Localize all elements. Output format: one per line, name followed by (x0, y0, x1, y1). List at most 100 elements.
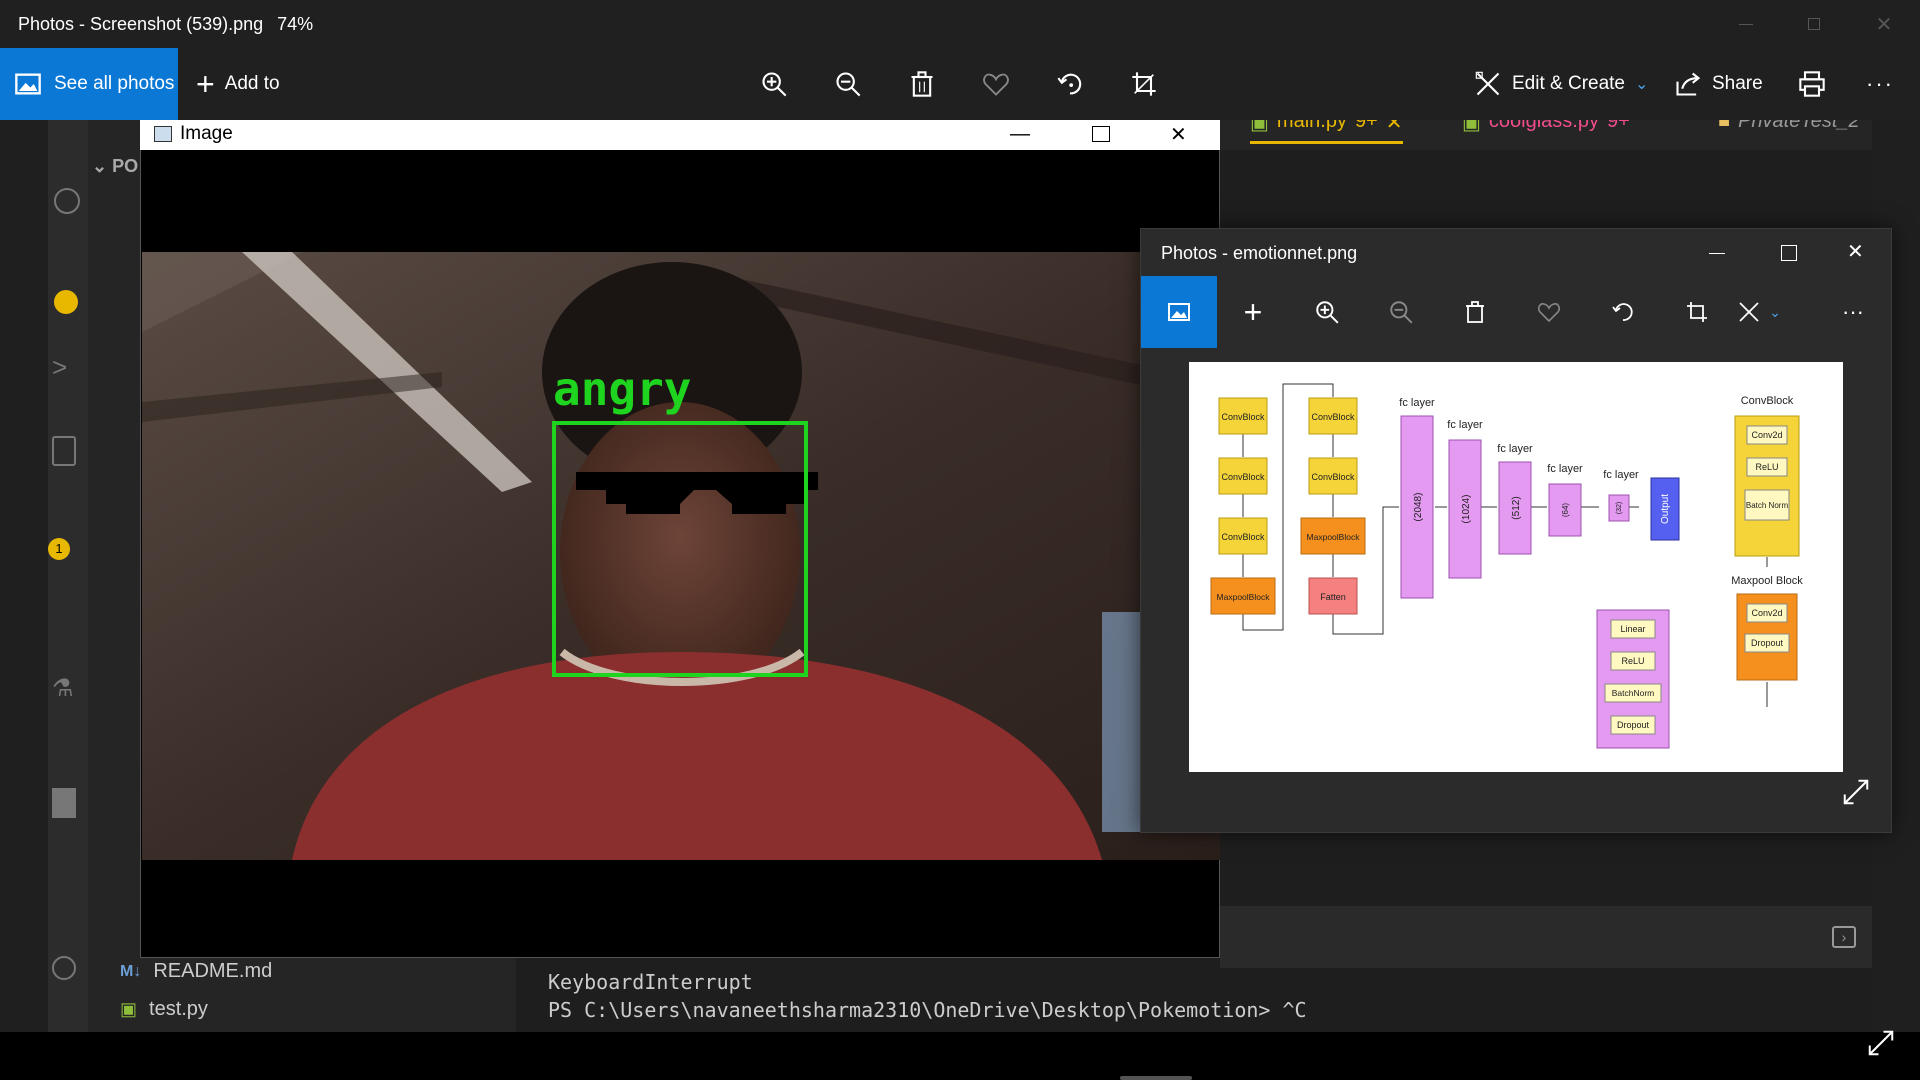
edit-create-icon (1475, 71, 1500, 96)
full-screen-icon[interactable] (1841, 777, 1871, 807)
terminal-line: PS C:\Users\navaneethsharma2310\OneDrive… (548, 998, 1307, 1022)
fc-layer-label: fc layer (1547, 463, 1583, 475)
crop-icon (1132, 72, 1156, 96)
maximize-button[interactable] (1781, 245, 1797, 261)
heart-icon (1537, 303, 1561, 323)
fc-layer-label: fc layer (1399, 397, 1435, 409)
scroll-indicator (1120, 1076, 1192, 1080)
favorite-button[interactable] (982, 48, 1010, 120)
diagram-node: ConvBlock (1311, 412, 1355, 422)
zoom-out-button[interactable] (1363, 276, 1439, 348)
more-options-button[interactable]: ··· (1866, 48, 1894, 120)
more-options-button[interactable]: ··· (1815, 276, 1891, 348)
python-icon: ▣ (120, 999, 138, 1019)
minimize-button[interactable] (1712, 0, 1780, 48)
see-all-photos-button[interactable] (1141, 276, 1217, 348)
zoom-out-icon (1390, 301, 1413, 324)
diagram-node: ConvBlock (1221, 472, 1265, 482)
restore-button[interactable] (1780, 0, 1848, 48)
fc-layer-label: fc layer (1603, 469, 1639, 481)
zoom-in-button[interactable] (1289, 276, 1365, 348)
file-readme[interactable]: M↓ README.md (120, 960, 272, 983)
diagram-node: ConvBlock (1221, 412, 1265, 422)
source-control-icon[interactable] (54, 188, 80, 214)
trash-icon (1466, 301, 1484, 323)
terminal-line: KeyboardInterrupt (548, 970, 753, 994)
fc-block-item: ReLU (1621, 656, 1644, 666)
markdown-icon: M↓ (120, 962, 142, 980)
fc-layer-size: (1024) (1461, 495, 1472, 524)
delete-button[interactable] (1437, 276, 1513, 348)
delete-button[interactable] (908, 48, 936, 120)
heart-icon (983, 73, 1009, 96)
fc-layer-size: (64) (1561, 503, 1570, 518)
app-title: Photos - Screenshot (539).png (18, 13, 264, 34)
rotate-button[interactable] (1056, 48, 1084, 120)
maxpool-item: Conv2d (1751, 608, 1782, 618)
zoom-out-button[interactable] (834, 48, 862, 120)
convblock-item: Conv2d (1751, 430, 1782, 440)
crop-icon (1687, 302, 1707, 322)
fc-block-item: Linear (1620, 624, 1645, 634)
fc-layer-size: (2048) (1413, 493, 1424, 522)
window-icon (154, 126, 172, 142)
zoom-level: 74% (277, 13, 314, 34)
full-screen-icon[interactable] (1866, 1028, 1896, 1058)
convblock-legend-title: ConvBlock (1741, 395, 1794, 407)
favorite-button[interactable] (1511, 276, 1587, 348)
see-all-photos-button[interactable]: See all photos (0, 48, 178, 120)
emotionnet-title: Photos - emotionnet.png (1161, 243, 1358, 263)
zoom-in-button[interactable] (760, 48, 788, 120)
chevron-down-icon: ⌄ (1769, 303, 1781, 320)
fc-layer-size: (512) (1511, 496, 1522, 519)
fc-layer-label: fc layer (1497, 443, 1533, 455)
run-icon[interactable]: > (52, 352, 67, 383)
timeline-icon[interactable] (52, 956, 76, 980)
rotate-icon (1612, 303, 1633, 321)
zoom-in-icon (762, 72, 787, 97)
remote-icon[interactable] (52, 788, 76, 818)
print-button[interactable] (1798, 48, 1826, 120)
diagram-node: MaxpoolBlock (1307, 532, 1361, 542)
output-node: Output (1660, 494, 1671, 524)
fc-layer-size: (32) (1616, 502, 1623, 514)
crop-button[interactable] (1130, 48, 1158, 120)
add-to-button[interactable]: + Add to (196, 48, 280, 120)
terminal-panel-header (1220, 906, 1872, 968)
emotionnet-diagram: ConvBlock ConvBlock ConvBlock MaxpoolBlo… (1189, 362, 1843, 772)
photos-titlebar: Photos - Screenshot (539).png 74% (0, 0, 1920, 48)
more-icon: ··· (1842, 299, 1864, 324)
extensions-icon[interactable] (52, 436, 76, 466)
trash-icon (911, 71, 933, 97)
chevron-down-icon: ⌄ (1635, 76, 1649, 93)
file-test-py[interactable]: ▣ test.py (120, 998, 208, 1021)
minimize-button[interactable]: — (1010, 123, 1030, 146)
explorer-header[interactable]: ⌄ PO (92, 156, 138, 177)
fc-block-item: Dropout (1617, 720, 1650, 730)
image-window-titlebar: Image — ✕ (140, 118, 1220, 150)
zoom-out-icon (836, 72, 861, 97)
plus-icon: + (196, 65, 215, 102)
clock-icon[interactable] (54, 290, 78, 314)
close-button[interactable]: ✕ (1170, 122, 1187, 147)
maximize-button[interactable] (1092, 126, 1110, 142)
add-to-button[interactable]: + (1215, 276, 1291, 348)
convblock-item: Batch Norm (1746, 501, 1789, 510)
diagram-node: ConvBlock (1311, 472, 1355, 482)
vscode-activity-bar: > 1 ⚗ (48, 120, 88, 1032)
diagram-node: ConvBlock (1221, 532, 1265, 542)
edit-create-icon (1739, 302, 1759, 322)
rotate-button[interactable] (1585, 276, 1661, 348)
diagram-node: Fatten (1320, 592, 1346, 602)
edit-create-button[interactable]: Edit & Create ⌄ (1474, 48, 1648, 120)
zoom-in-icon (1316, 301, 1339, 324)
minimize-button[interactable] (1709, 253, 1725, 254)
share-button[interactable]: Share (1674, 48, 1763, 120)
close-button[interactable]: ✕ (1847, 239, 1864, 264)
terminal-maximize-icon[interactable]: › (1832, 926, 1856, 948)
testing-icon[interactable]: ⚗ (52, 674, 74, 703)
bottom-bar (0, 1032, 1920, 1080)
close-button[interactable]: ✕ (1850, 0, 1918, 48)
notification-badge: 1 (48, 538, 70, 560)
edit-create-button[interactable]: ⌄ (1721, 276, 1797, 348)
